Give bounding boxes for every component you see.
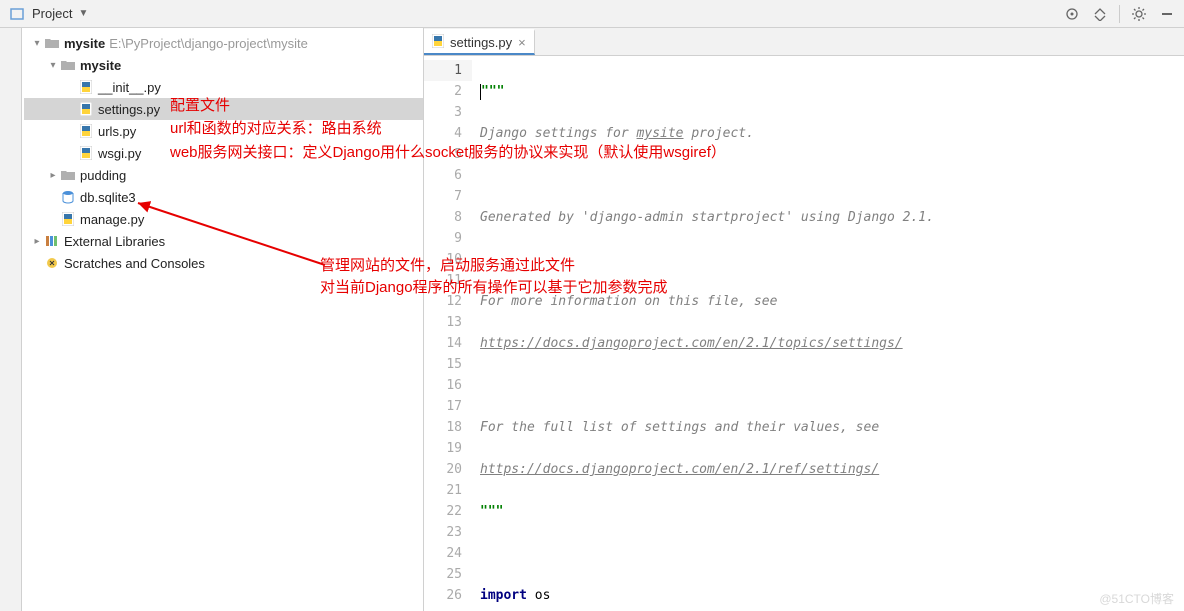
python-file-icon bbox=[78, 101, 94, 117]
gear-icon[interactable] bbox=[1130, 5, 1148, 23]
chevron-down-icon[interactable]: ▾ bbox=[30, 38, 44, 49]
tree-scratches[interactable]: Scratches and Consoles bbox=[24, 252, 423, 274]
tree-file-urls[interactable]: urls.py bbox=[24, 120, 423, 142]
code-content[interactable]: """ Django settings for mysite project. … bbox=[472, 56, 1184, 611]
scratch-icon bbox=[44, 255, 60, 271]
expand-icon[interactable] bbox=[1091, 5, 1109, 23]
chevron-down-icon[interactable]: ▾ bbox=[46, 60, 60, 71]
tree-file-wsgi[interactable]: wsgi.py bbox=[24, 142, 423, 164]
tree-file-db[interactable]: db.sqlite3 bbox=[24, 186, 423, 208]
tree-file-init[interactable]: __init__.py bbox=[24, 76, 423, 98]
tree-path: E:\PyProject\django-project\mysite bbox=[109, 36, 308, 51]
chevron-right-icon[interactable]: ▸ bbox=[46, 170, 60, 181]
tab-label: settings.py bbox=[450, 35, 512, 50]
tree-label: wsgi.py bbox=[98, 146, 141, 161]
python-file-icon bbox=[60, 211, 76, 227]
editor-tab-settings[interactable]: settings.py × bbox=[424, 29, 535, 55]
folder-icon bbox=[44, 35, 60, 51]
python-file-icon bbox=[78, 145, 94, 161]
folder-icon bbox=[60, 57, 76, 73]
tree-label: Scratches and Consoles bbox=[64, 256, 205, 271]
tree-label: mysite bbox=[64, 36, 105, 51]
project-dropdown-label[interactable]: Project bbox=[32, 6, 72, 21]
separator bbox=[1119, 5, 1120, 23]
tree-label: manage.py bbox=[80, 212, 144, 227]
tree-file-settings[interactable]: settings.py bbox=[24, 98, 423, 120]
tree-label: urls.py bbox=[98, 124, 136, 139]
library-icon bbox=[44, 233, 60, 249]
folder-icon bbox=[60, 167, 76, 183]
tree-label: __init__.py bbox=[98, 80, 161, 95]
project-tree[interactable]: ▾ mysite E:\PyProject\django-project\mys… bbox=[0, 28, 423, 274]
tree-label: External Libraries bbox=[64, 234, 165, 249]
top-toolbar: Project ▼ bbox=[0, 0, 1184, 28]
tree-external-libraries[interactable]: ▸ External Libraries bbox=[24, 230, 423, 252]
database-icon bbox=[60, 189, 76, 205]
tree-root[interactable]: ▾ mysite E:\PyProject\django-project\mys… bbox=[24, 32, 423, 54]
tree-file-manage[interactable]: manage.py bbox=[24, 208, 423, 230]
collapse-icon[interactable] bbox=[1158, 5, 1176, 23]
sidebar-gutter bbox=[0, 28, 22, 611]
tree-label: pudding bbox=[80, 168, 126, 183]
tree-label: mysite bbox=[80, 58, 121, 73]
tree-label: db.sqlite3 bbox=[80, 190, 136, 205]
tree-folder-mysite[interactable]: ▾ mysite bbox=[24, 54, 423, 76]
editor-tab-bar: settings.py × bbox=[424, 28, 1184, 56]
chevron-down-icon[interactable]: ▼ bbox=[78, 8, 88, 19]
project-icon bbox=[8, 5, 26, 23]
chevron-right-icon[interactable]: ▸ bbox=[30, 236, 44, 247]
project-sidebar: ▾ mysite E:\PyProject\django-project\mys… bbox=[0, 28, 424, 611]
tree-folder-pudding[interactable]: ▸ pudding bbox=[24, 164, 423, 186]
target-icon[interactable] bbox=[1063, 5, 1081, 23]
code-editor[interactable]: 1 234 567 8910 111213 141516 171819 2021… bbox=[424, 56, 1184, 611]
tree-label: settings.py bbox=[98, 102, 160, 117]
python-file-icon bbox=[78, 123, 94, 139]
python-file-icon bbox=[78, 79, 94, 95]
watermark: @51CTO博客 bbox=[1099, 590, 1174, 607]
line-number-gutter: 1 234 567 8910 111213 141516 171819 2021… bbox=[424, 56, 472, 611]
close-icon[interactable]: × bbox=[518, 35, 526, 50]
python-file-icon bbox=[432, 34, 444, 51]
editor-pane: settings.py × 1 234 567 8910 111213 1415… bbox=[424, 28, 1184, 611]
